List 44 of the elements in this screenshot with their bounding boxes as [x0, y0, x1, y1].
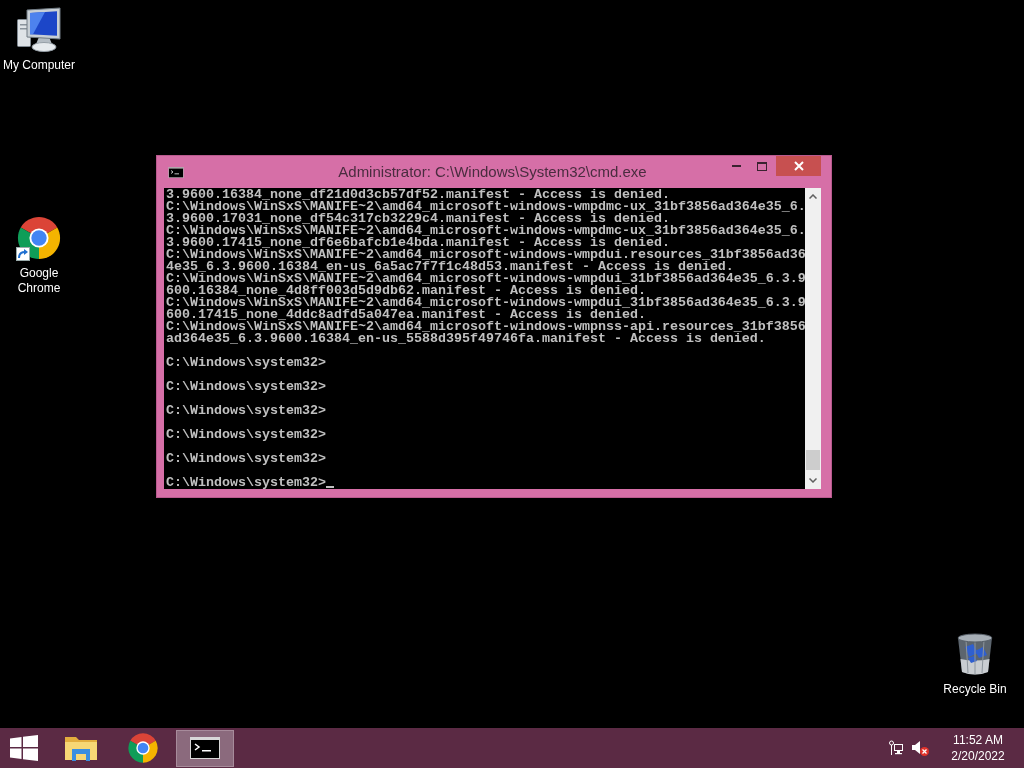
close-icon[interactable] [793, 161, 804, 171]
clock-time[interactable]: 11:52 AM [953, 732, 1003, 748]
console-line: 3.9600.16384_none_df21d0d3cb57df52.manifest - Access is denied. [166, 189, 670, 201]
console-icon[interactable] [168, 167, 184, 178]
taskbar-button[interactable] [176, 729, 234, 767]
console-prompt: C:\Windows\system32> [166, 405, 326, 417]
chevron-down-icon[interactable] [809, 478, 817, 483]
speaker-muted-icon[interactable] [912, 740, 929, 756]
console-prompt: C:\Windows\system32> [166, 477, 326, 489]
icon-label[interactable]: My Computer [3, 58, 75, 73]
scroll-thumb[interactable] [806, 450, 820, 470]
console-icon[interactable] [190, 737, 220, 759]
chrome-icon[interactable] [16, 215, 62, 261]
console-line: 4e35_6.3.9600.16384_en-us_6a5ac7f7f1c48d53.manifest - Access is denied. [166, 261, 734, 273]
clock-date[interactable]: 2/20/2022 [951, 748, 1005, 764]
network-icon[interactable] [889, 740, 903, 756]
console-prompt: C:\Windows\system32> [166, 453, 326, 465]
chrome-icon[interactable] [127, 732, 159, 764]
windows-logo-icon[interactable] [10, 735, 38, 761]
console-line: ad364e35_6.3.9600.16384_en-us_5588d395f49746fa.manifest - Access is denied. [166, 333, 766, 345]
console-line: 600.16384_none_4d8ff003d5d9db62.manifest - Access is denied. [166, 285, 646, 297]
console-prompt: C:\Windows\system32> [166, 357, 326, 369]
computer-icon[interactable] [15, 7, 63, 53]
window-title: Administrator: C:\Windows\System32\cmd.exe [338, 162, 647, 180]
console-line: C:\Windows\WinSxS\MANIFE~2\amd64_microsoft-windows-wmpdmc-ux_31bf3856ad364e35_6. [166, 201, 806, 213]
chevron-up-icon[interactable] [809, 194, 817, 199]
scrollbar[interactable] [805, 188, 821, 489]
console-line: C:\Windows\WinSxS\MANIFE~2\amd64_microsoft-windows-wmpdui_31bf3856ad364e35_6.3.9 [166, 297, 806, 309]
console-prompt: C:\Windows\system32> [166, 429, 326, 441]
console-prompt: C:\Windows\system32> [166, 381, 326, 393]
console-line: 600.17415_none_4ddc8adfd5a047ea.manifest - Access is denied. [166, 309, 646, 321]
console-line: C:\Windows\WinSxS\MANIFE~2\amd64_microsoft-windows-wmpnss-api.resources_31bf3856 [166, 321, 806, 333]
console-line: C:\Windows\WinSxS\MANIFE~2\amd64_microsoft-windows-wmpdmc-ux_31bf3856ad364e35_6. [166, 225, 806, 237]
console-line: 3.9600.17031_none_df54c317cb3229c4.manifest - Access is denied. [166, 213, 670, 225]
trash-bin-icon[interactable] [955, 631, 995, 677]
close-button[interactable] [776, 156, 821, 176]
maximize-icon[interactable] [757, 161, 767, 171]
icon-label[interactable]: Google Chrome [0, 266, 78, 296]
console-area[interactable] [164, 188, 806, 489]
minimize-icon[interactable] [731, 165, 741, 167]
console-line: 3.9600.17415_none_df6e6bafcb1e4bda.manifest - Access is denied. [166, 237, 670, 249]
icon-label[interactable]: Recycle Bin [943, 682, 1007, 697]
console-line: C:\Windows\WinSxS\MANIFE~2\amd64_microsoft-windows-wmpdui.resources_31bf3856ad36 [166, 249, 806, 261]
console-line: C:\Windows\WinSxS\MANIFE~2\amd64_microsoft-windows-wmpdui_31bf3856ad364e35_6.3.9 [166, 273, 806, 285]
